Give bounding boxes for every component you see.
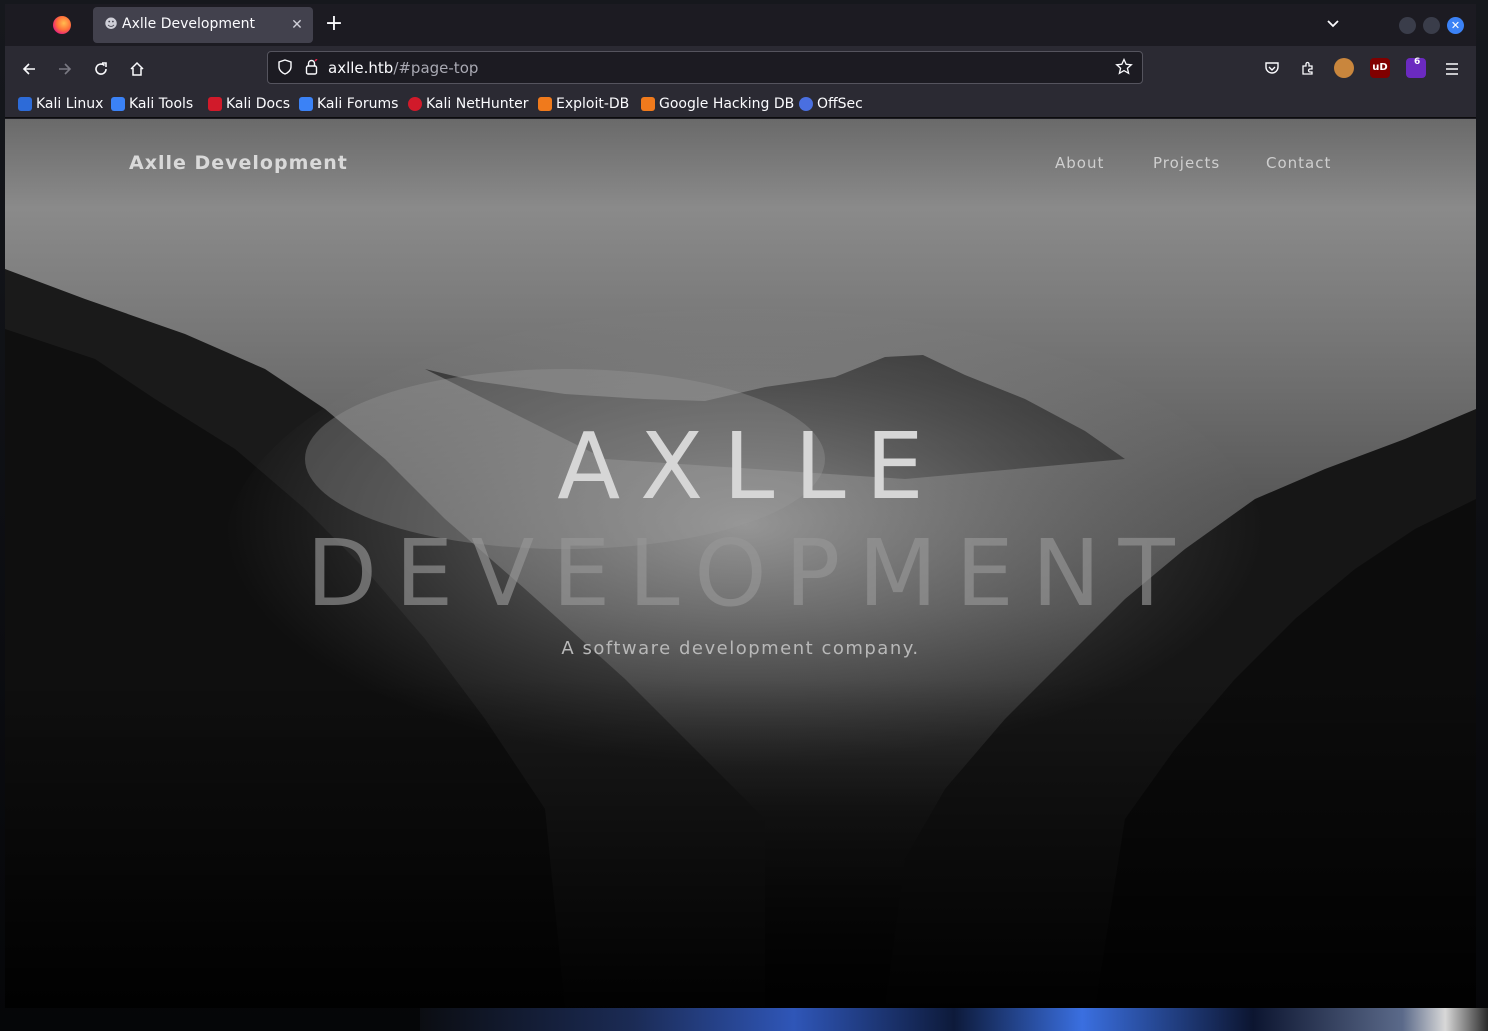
tab-title: Axlle Development <box>122 16 255 32</box>
bookmark-kali-linux[interactable]: Kali Linux <box>18 94 103 114</box>
url-text[interactable]: axlle.htb/#page-top <box>328 59 478 77</box>
bookmark-kali-docs[interactable]: Kali Docs <box>208 94 290 114</box>
kali-forums-icon <box>299 97 313 111</box>
offsec-icon <box>799 97 813 111</box>
bookmark-star-button[interactable] <box>1114 57 1134 78</box>
new-tab-button[interactable]: + <box>323 13 345 36</box>
page-content: Axlle Development About Projects Contact… <box>5 119 1476 1008</box>
tab-close-button[interactable]: ✕ <box>287 15 307 35</box>
close-window-button[interactable]: ✕ <box>1447 17 1464 34</box>
nav-about-link[interactable]: About <box>1055 154 1104 172</box>
firefox-logo-icon[interactable] <box>53 16 71 34</box>
bookmark-label: Kali NetHunter <box>426 96 529 112</box>
home-icon <box>130 61 144 76</box>
bookmark-google-hacking-db[interactable]: Google Hacking DB <box>641 94 794 114</box>
extension-badge: 6 <box>1414 57 1421 67</box>
ghdb-icon <box>641 97 655 111</box>
hero-title-line-2: DEVELOPMENT <box>306 520 1193 627</box>
hero-title-line-1: AXLLE <box>557 413 944 520</box>
chevron-down-icon <box>1327 20 1339 28</box>
hamburger-menu-icon <box>1446 63 1458 75</box>
bookmark-kali-nethunter[interactable]: Kali NetHunter <box>408 94 528 114</box>
nav-contact-link[interactable]: Contact <box>1266 154 1331 172</box>
url-bar[interactable]: axlle.htb/#page-top <box>267 51 1143 84</box>
back-button[interactable] <box>14 54 44 84</box>
pocket-button[interactable] <box>1262 58 1282 78</box>
lock-icon[interactable] <box>303 58 319 77</box>
arrow-right-icon <box>59 63 72 75</box>
url-path: /#page-top <box>393 59 479 77</box>
site-brand-link[interactable]: Axlle Development <box>129 152 348 174</box>
bookmark-label: OffSec <box>817 96 863 112</box>
ublock-origin-icon[interactable]: uD <box>1370 58 1390 78</box>
hero-tagline: A software development company. <box>561 638 920 659</box>
navigation-toolbar: axlle.htb/#page-top uD 6 <box>5 46 1476 90</box>
bookmark-label: Kali Forums <box>317 96 399 112</box>
bookmark-label: Kali Tools <box>129 96 194 112</box>
bookmark-label: Kali Linux <box>36 96 104 112</box>
bookmark-label: Google Hacking DB <box>659 96 795 112</box>
ghost-icon: ☻ <box>104 17 118 32</box>
bookmark-exploit-db[interactable]: Exploit-DB <box>538 94 629 114</box>
url-host: axlle.htb <box>328 59 394 77</box>
bookmark-label: Kali Docs <box>226 96 291 112</box>
bookmarks-toolbar: Kali Linux Kali Tools Kali Docs Kali For… <box>5 90 1476 118</box>
kali-docs-icon <box>208 97 222 111</box>
list-all-tabs-button[interactable] <box>1323 15 1343 35</box>
exploit-db-icon <box>538 97 552 111</box>
bookmark-kali-tools[interactable]: Kali Tools <box>111 94 193 114</box>
forward-button[interactable] <box>50 54 80 84</box>
nav-projects-link[interactable]: Projects <box>1153 154 1220 172</box>
tab-axlle-development[interactable]: ☻ Axlle Development ✕ <box>93 7 313 43</box>
tracking-protection-shield-icon[interactable] <box>276 59 294 77</box>
reload-icon <box>95 62 107 75</box>
puzzle-icon <box>1302 61 1313 75</box>
cookie-extension-icon[interactable] <box>1334 58 1354 78</box>
home-button[interactable] <box>122 54 152 84</box>
reload-button[interactable] <box>86 54 116 84</box>
bookmark-kali-forums[interactable]: Kali Forums <box>299 94 398 114</box>
tab-strip: ☻ Axlle Development ✕ + ✕ <box>5 4 1476 46</box>
kali-dragon-icon <box>18 97 32 111</box>
violentmonkey-icon[interactable]: 6 <box>1406 57 1426 78</box>
maximize-button[interactable] <box>1423 17 1440 34</box>
extensions-button[interactable] <box>1298 58 1318 78</box>
arrow-left-icon <box>22 63 35 75</box>
bookmark-label: Exploit-DB <box>556 96 630 112</box>
pocket-icon <box>1265 62 1279 74</box>
bookmark-offsec[interactable]: OffSec <box>799 94 863 114</box>
kali-tools-icon <box>111 97 125 111</box>
minimize-button[interactable] <box>1399 17 1416 34</box>
wallpaper-glow <box>420 1008 1488 1031</box>
star-icon <box>1115 57 1133 75</box>
app-menu-button[interactable] <box>1437 54 1467 84</box>
browser-window: ☻ Axlle Development ✕ + ✕ axlle.htb/#pag… <box>5 4 1476 1008</box>
nethunter-icon <box>408 97 422 111</box>
